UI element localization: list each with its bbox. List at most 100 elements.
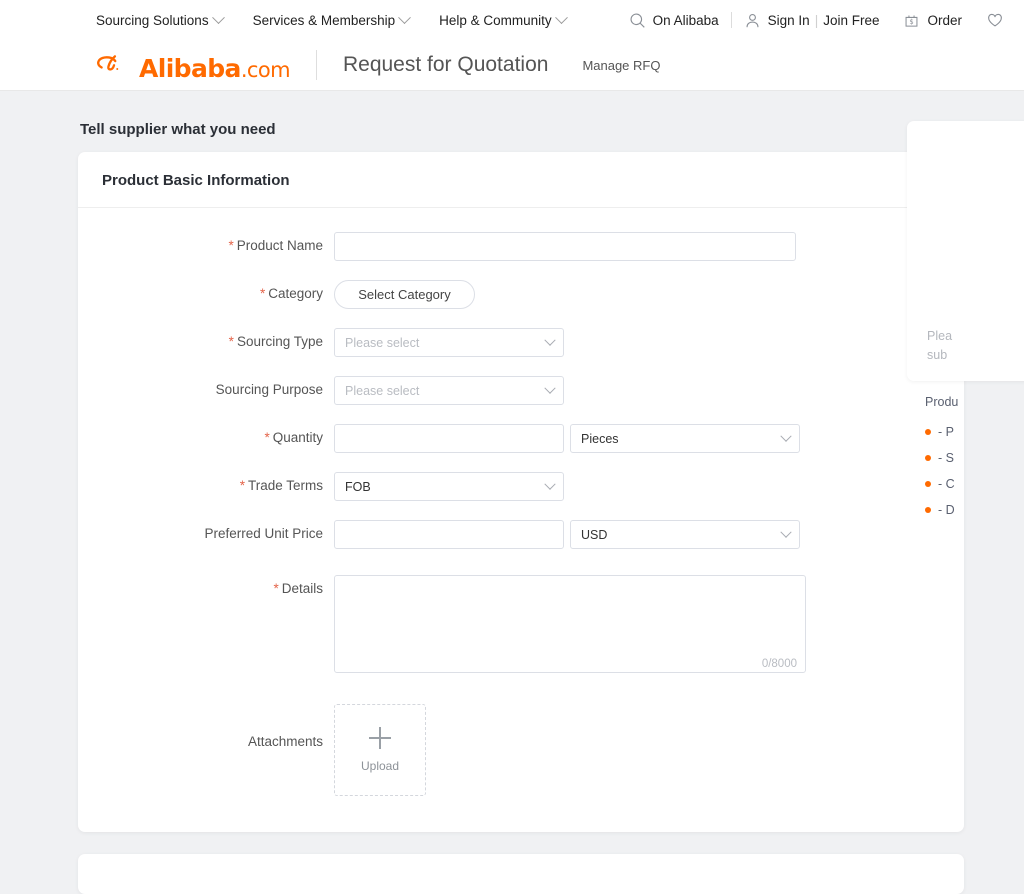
favorites-button[interactable] xyxy=(974,11,1016,29)
required-asterisk: * xyxy=(264,430,270,445)
currency-value: USD xyxy=(581,527,608,542)
sign-in-link[interactable]: Sign In xyxy=(768,13,810,28)
quantity-input[interactable] xyxy=(334,424,564,453)
sign-separator: | xyxy=(814,12,819,28)
form-row-unit-price: Preferred Unit Price USD xyxy=(78,520,964,549)
sidebar-preview-card: Plea sub xyxy=(907,121,1024,381)
label-category: * Category xyxy=(78,280,334,301)
alibaba-logo[interactable]: Alibaba.com xyxy=(96,49,291,82)
label-text: Trade Terms xyxy=(247,478,323,493)
chevron-down-icon xyxy=(211,10,225,24)
top-bar: Sourcing Solutions Services & Membership… xyxy=(0,0,1024,40)
sourcing-purpose-placeholder: Please select xyxy=(345,383,420,398)
label-trade-terms: * Trade Terms xyxy=(78,472,334,493)
label-text: Details xyxy=(281,581,323,596)
list-item: - S xyxy=(925,445,1024,471)
sidebar-note-line2: sub xyxy=(927,348,948,362)
order-bag-icon: $ xyxy=(903,12,920,29)
secondary-card xyxy=(78,854,964,894)
list-item: - D xyxy=(925,497,1024,523)
page-header: Alibaba.com Request for Quotation Manage… xyxy=(0,40,1024,91)
chevron-down-icon xyxy=(544,478,556,490)
tip-text: - S xyxy=(938,451,954,465)
product-name-input[interactable] xyxy=(334,232,796,261)
tip-text: - C xyxy=(938,477,955,491)
account-area: Sign In | Join Free xyxy=(732,12,892,29)
bullet-icon xyxy=(925,429,931,435)
chevron-down-icon xyxy=(780,526,792,538)
list-item: - P xyxy=(925,419,1024,445)
label-sourcing-type: * Sourcing Type xyxy=(78,328,334,349)
nav-item-services-membership[interactable]: Services & Membership xyxy=(252,10,412,28)
card-title: Product Basic Information xyxy=(78,152,964,208)
required-asterisk: * xyxy=(273,581,279,596)
label-sourcing-purpose: Sourcing Purpose xyxy=(78,376,334,397)
plus-icon xyxy=(369,727,391,749)
field-trade-terms: FOB xyxy=(334,472,564,501)
quantity-unit-value: Pieces xyxy=(581,431,619,446)
nav-label: Help & Community xyxy=(439,12,552,28)
select-category-button[interactable]: Select Category xyxy=(334,280,475,309)
form-row-attachments: Attachments Upload xyxy=(78,704,964,796)
page-content: Tell supplier what you need Product Basi… xyxy=(0,91,1024,894)
required-asterisk: * xyxy=(239,478,245,493)
required-asterisk: * xyxy=(228,334,234,349)
details-char-counter: 0/8000 xyxy=(761,658,797,670)
upload-attachment-button[interactable]: Upload xyxy=(334,704,426,796)
nav-label: Sourcing Solutions xyxy=(96,12,209,28)
field-sourcing-purpose: Please select xyxy=(334,376,564,405)
form-row-trade-terms: * Trade Terms FOB xyxy=(78,472,964,501)
form-body: * Product Name * Category Select Category … xyxy=(78,208,964,832)
label-text: Category xyxy=(268,286,323,301)
required-asterisk: * xyxy=(228,238,234,253)
field-product-name xyxy=(334,232,796,261)
order-button[interactable]: $ Order xyxy=(891,12,974,29)
heart-icon xyxy=(986,11,1004,29)
form-row-details: * Details 0/8000 xyxy=(78,575,964,676)
list-item: - C xyxy=(925,471,1024,497)
label-text: Quantity xyxy=(272,430,323,445)
top-nav-group: Sourcing Solutions Services & Membership… xyxy=(96,10,568,28)
trade-terms-value: FOB xyxy=(345,479,371,494)
nav-item-help-community[interactable]: Help & Community xyxy=(439,10,568,28)
upload-label: Upload xyxy=(360,759,400,773)
label-text: Preferred Unit Price xyxy=(204,526,323,541)
label-product-name: * Product Name xyxy=(78,232,334,253)
form-row-product-name: * Product Name xyxy=(78,232,964,261)
svg-text:$: $ xyxy=(910,18,914,26)
page-title: Request for Quotation xyxy=(342,53,549,76)
form-row-sourcing-type: * Sourcing Type Please select xyxy=(78,328,964,357)
header-divider xyxy=(315,50,317,80)
product-basic-information-card: Product Basic Information * Product Name … xyxy=(78,152,964,832)
field-quantity: Pieces xyxy=(334,424,800,453)
join-free-link[interactable]: Join Free xyxy=(823,13,879,28)
sidebar-tips-list: - P - S - C - D xyxy=(907,419,1024,523)
logo-tld: .com xyxy=(240,58,291,82)
quantity-unit-select[interactable]: Pieces xyxy=(570,424,800,453)
nav-label: Services & Membership xyxy=(252,12,396,28)
sourcing-type-select[interactable]: Please select xyxy=(334,328,564,357)
chevron-down-icon xyxy=(544,382,556,394)
sourcing-purpose-select[interactable]: Please select xyxy=(334,376,564,405)
chevron-down-icon xyxy=(780,430,792,442)
sign-in-join-free: Sign In | Join Free xyxy=(768,13,880,28)
label-text: Product Name xyxy=(236,238,323,253)
label-unit-price: Preferred Unit Price xyxy=(78,520,334,541)
section-title: Tell supplier what you need xyxy=(80,121,276,138)
search-label: On Alibaba xyxy=(652,12,719,28)
form-row-sourcing-purpose: Sourcing Purpose Please select xyxy=(78,376,964,405)
sourcing-type-placeholder: Please select xyxy=(345,335,420,350)
field-category: Select Category xyxy=(334,280,475,309)
details-textarea[interactable] xyxy=(334,575,806,673)
tip-text: - P xyxy=(938,425,954,439)
details-textarea-wrapper: 0/8000 xyxy=(334,575,806,676)
manage-rfq-link[interactable]: Manage RFQ xyxy=(582,58,660,73)
user-icon xyxy=(744,12,761,29)
trade-terms-select[interactable]: FOB xyxy=(334,472,564,501)
unit-price-input[interactable] xyxy=(334,520,564,549)
sidebar-note: Plea sub xyxy=(927,327,1024,365)
label-text: Attachments xyxy=(247,734,323,749)
currency-select[interactable]: USD xyxy=(570,520,800,549)
nav-item-sourcing-solutions[interactable]: Sourcing Solutions xyxy=(96,10,225,28)
search-on-alibaba-button[interactable]: On Alibaba xyxy=(617,12,731,29)
